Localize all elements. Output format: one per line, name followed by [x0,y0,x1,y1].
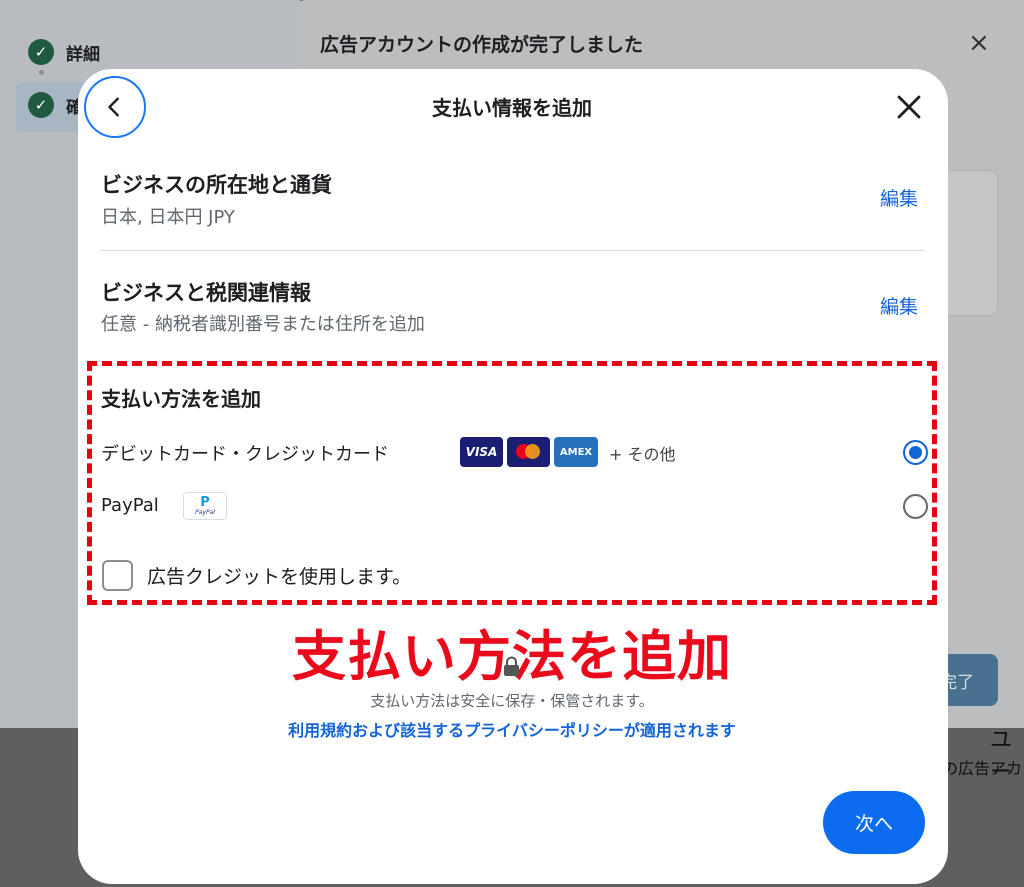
tax-info-title: ビジネスと税関連情報 [101,281,311,305]
dialog-title: 支払い情報を追加 [432,96,592,120]
annotation-highlight-box [87,361,937,605]
divider [100,250,925,251]
close-icon [897,95,921,119]
check-circle-icon: ✓ [28,39,54,65]
terms-policy-link[interactable]: 利用規約および該当するプライバシーポリシーが適用されます [0,717,1024,741]
background-step-details: ✓ 詳細 [28,39,100,65]
background-close-icon: × [968,28,990,58]
business-location-value: 日本, 日本円 JPY [101,207,235,228]
edit-location-link[interactable]: 編集 [880,184,918,211]
next-button[interactable]: 次へ [823,791,925,854]
lock-icon [504,656,519,676]
secure-storage-text: 支払い方法は安全に保存・保管されます。 [370,692,654,710]
background-panel-title: 広告アカウントの作成が完了しました [320,34,644,56]
close-button[interactable] [893,91,925,123]
step-connector-dot [39,70,44,75]
tax-info-value: 任意 - 納税者識別番号または住所を追加 [101,314,425,335]
background-footer-text: の広告アカ [942,759,1023,778]
annotation-text: 支払い方法を追加 [292,625,732,688]
business-location-title: ビジネスの所在地と通貨 [101,173,332,197]
background-step-label: 詳細 [66,44,100,65]
edit-tax-link[interactable]: 編集 [880,292,918,319]
